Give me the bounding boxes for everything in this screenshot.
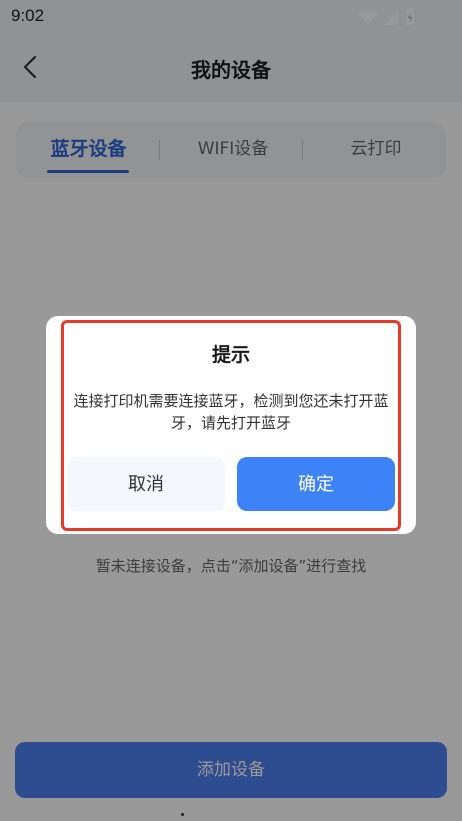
confirm-button[interactable]: 确定 <box>237 457 395 511</box>
alert-dialog: 提示 连接打印机需要连接蓝牙，检测到您还未打开蓝牙，请先打开蓝牙 取消 确定 <box>46 316 416 534</box>
dialog-message: 连接打印机需要连接蓝牙，检测到您还未打开蓝牙，请先打开蓝牙 <box>73 392 389 432</box>
dialog-title: 提示 <box>211 344 250 366</box>
cancel-button[interactable]: 取消 <box>67 457 225 511</box>
